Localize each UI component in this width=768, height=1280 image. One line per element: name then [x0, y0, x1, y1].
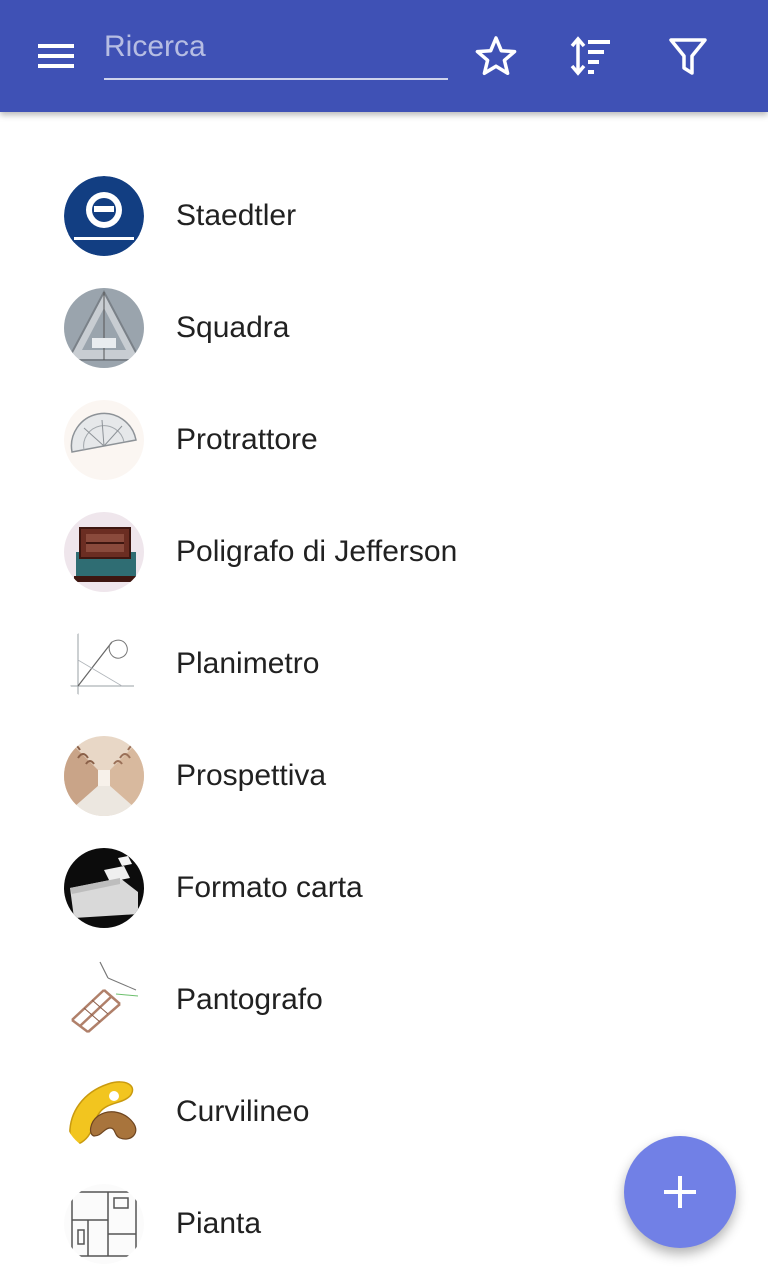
list-item-label: Pantografo: [176, 983, 323, 1016]
list-item-label: Squadra: [176, 311, 290, 344]
list-item-label: Staedtler: [176, 199, 297, 232]
paper-format-photo: [64, 848, 144, 928]
planimeter-drawing: [64, 624, 144, 704]
arcade-perspective-photo: [64, 736, 144, 816]
protractor-photo: [64, 400, 144, 480]
list-item[interactable]: Squadra: [0, 272, 768, 384]
list-item[interactable]: Protrattore: [0, 384, 768, 496]
list-item-label: Curvilineo: [176, 1095, 310, 1128]
list-item-label: Poligrafo di Jefferson: [176, 535, 458, 568]
list-item-label: Prospettiva: [176, 759, 327, 792]
list-item-label: Planimetro: [176, 647, 320, 680]
list-item-label: Formato carta: [176, 871, 363, 904]
staedtler-logo: [64, 176, 144, 256]
list-item-label: Pianta: [176, 1207, 262, 1240]
list-item[interactable]: Pantografo: [0, 944, 768, 1056]
french-curve-photo: [64, 1072, 144, 1152]
hamburger-menu-icon[interactable]: [36, 40, 76, 72]
filter-icon[interactable]: [664, 32, 712, 80]
pantograph-drawing: [64, 960, 144, 1040]
sort-icon[interactable]: [567, 32, 615, 80]
polygraph-photo: [64, 512, 144, 592]
plus-icon: [664, 1176, 696, 1208]
item-list: Staedtler Squadra Protrattore Poligrafo …: [0, 160, 768, 1280]
set-square-photo: [64, 288, 144, 368]
list-item[interactable]: Prospettiva: [0, 720, 768, 832]
app-bar: [0, 0, 768, 112]
search-container: [104, 26, 448, 82]
list-item[interactable]: Planimetro: [0, 608, 768, 720]
list-item[interactable]: Formato carta: [0, 832, 768, 944]
add-button[interactable]: [624, 1136, 736, 1248]
list-item[interactable]: Poligrafo di Jefferson: [0, 496, 768, 608]
list-item-label: Protrattore: [176, 423, 318, 456]
list-item[interactable]: Staedtler: [0, 160, 768, 272]
search-input[interactable]: [104, 26, 448, 80]
floor-plan-drawing: [64, 1184, 144, 1264]
star-outline-icon[interactable]: [472, 32, 520, 80]
